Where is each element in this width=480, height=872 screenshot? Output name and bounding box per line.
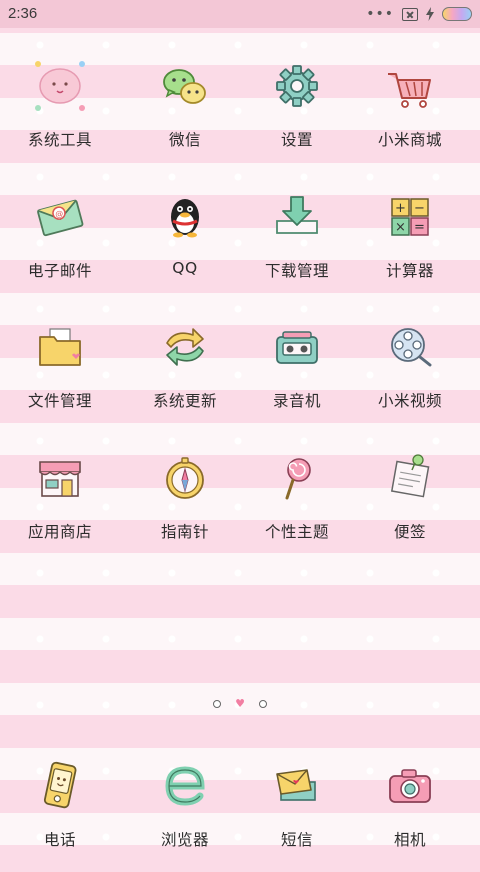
cassette-recorder-icon bbox=[276, 331, 318, 364]
app-download-manager[interactable]: 下载管理 bbox=[237, 183, 357, 303]
page-dot[interactable] bbox=[258, 700, 267, 708]
app-label: 小米商城 bbox=[377, 131, 442, 149]
penguin-icon bbox=[171, 198, 199, 237]
current-page-heart-icon: ♥ bbox=[235, 697, 245, 710]
compass-icon bbox=[166, 456, 204, 499]
dock-camera[interactable]: 相机 bbox=[350, 752, 470, 872]
page-indicator[interactable]: ♥ bbox=[0, 697, 480, 710]
app-compass[interactable]: 指南针 bbox=[125, 444, 245, 564]
app-recorder[interactable]: 录音机 bbox=[237, 313, 357, 433]
app-label: 个性主题 bbox=[264, 522, 329, 541]
refresh-arrows-icon bbox=[166, 328, 204, 366]
app-label: 录音机 bbox=[272, 392, 321, 410]
app-themes[interactable]: 个性主题 bbox=[237, 444, 357, 564]
app-label: 下载管理 bbox=[264, 261, 329, 280]
app-label: 电子邮件 bbox=[27, 261, 92, 280]
app-label: 计算器 bbox=[385, 261, 434, 280]
home-app-grid: 系统工具 微信 设置 小米商城 @ 电子邮件 QQ 下载管理 + − × = 计… bbox=[0, 52, 480, 574]
svg-text:×: × bbox=[395, 220, 406, 235]
app-label: 小米视频 bbox=[377, 392, 442, 410]
app-wechat[interactable]: 微信 bbox=[125, 52, 245, 172]
camera-icon bbox=[389, 769, 431, 803]
app-label: 文件管理 bbox=[27, 392, 92, 410]
folder-icon bbox=[39, 328, 81, 366]
page-dot[interactable] bbox=[213, 700, 222, 708]
gear-icon bbox=[276, 65, 318, 107]
status-icons: ••• bbox=[366, 6, 472, 22]
app-settings[interactable]: 设置 bbox=[237, 52, 357, 172]
pinned-note-icon bbox=[390, 453, 430, 497]
message-envelope-icon bbox=[276, 769, 316, 801]
more-dots-icon: ••• bbox=[366, 6, 394, 22]
status-bar: 2:36 ••• bbox=[0, 0, 480, 28]
dock-browser[interactable]: 浏览器 bbox=[125, 752, 245, 872]
app-mi-store[interactable]: 小米商城 bbox=[350, 52, 470, 172]
app-mi-video[interactable]: 小米视频 bbox=[350, 313, 470, 433]
charging-bolt-icon bbox=[426, 7, 434, 21]
app-row: @ 电子邮件 QQ 下载管理 + − × = 计算器 bbox=[0, 183, 480, 314]
svg-text:+: + bbox=[395, 201, 406, 216]
phone-icon bbox=[43, 761, 77, 809]
wechat-icon bbox=[163, 69, 206, 104]
dock-phone[interactable]: 电话 bbox=[0, 752, 120, 872]
lollipop-icon bbox=[285, 457, 311, 499]
app-calculator[interactable]: + − × = 计算器 bbox=[350, 183, 470, 303]
app-label: 系统更新 bbox=[152, 392, 217, 410]
app-qq[interactable]: QQ bbox=[125, 183, 245, 303]
film-reel-icon bbox=[391, 328, 432, 367]
envelope-icon: @ bbox=[37, 199, 84, 236]
app-label: 系统工具 bbox=[27, 131, 92, 149]
app-label: 浏览器 bbox=[160, 831, 209, 849]
battery-icon bbox=[442, 7, 472, 21]
app-notes[interactable]: 便签 bbox=[350, 444, 470, 564]
no-sim-icon bbox=[402, 7, 418, 21]
app-row: 文件管理 系统更新 录音机 小米视频 bbox=[0, 313, 480, 444]
status-time: 2:36 bbox=[8, 5, 38, 22]
shop-front-icon bbox=[39, 460, 81, 497]
app-label: 指南针 bbox=[160, 522, 209, 541]
app-label: 短信 bbox=[280, 831, 313, 849]
svg-text:−: − bbox=[414, 201, 425, 216]
calculator-icon: + − × = bbox=[391, 197, 429, 236]
app-row: 系统工具 微信 设置 小米商城 bbox=[0, 52, 480, 183]
app-label: 应用商店 bbox=[27, 522, 92, 541]
app-row: 应用商店 指南针 个性主题 便签 bbox=[0, 444, 480, 575]
app-label: 电话 bbox=[43, 831, 76, 849]
app-system-tools[interactable]: 系统工具 bbox=[0, 52, 120, 172]
app-label: 设置 bbox=[280, 131, 313, 149]
shopping-cart-icon bbox=[388, 73, 431, 108]
folder-tools-icon bbox=[35, 61, 85, 111]
svg-text:=: = bbox=[414, 220, 425, 235]
download-tray-icon bbox=[276, 195, 318, 234]
app-label: 相机 bbox=[393, 831, 426, 849]
app-system-update[interactable]: 系统更新 bbox=[125, 313, 245, 433]
app-app-store[interactable]: 应用商店 bbox=[0, 444, 120, 564]
dock-messages[interactable]: 短信 bbox=[237, 752, 357, 872]
browser-e-icon bbox=[165, 766, 205, 806]
app-file-manager[interactable]: 文件管理 bbox=[0, 313, 120, 433]
app-label: QQ bbox=[172, 258, 198, 277]
app-label: 便签 bbox=[393, 522, 426, 541]
app-label: 微信 bbox=[168, 131, 201, 149]
app-email[interactable]: @ 电子邮件 bbox=[0, 183, 120, 303]
dock: 电话 浏览器 短信 相机 bbox=[0, 752, 480, 852]
